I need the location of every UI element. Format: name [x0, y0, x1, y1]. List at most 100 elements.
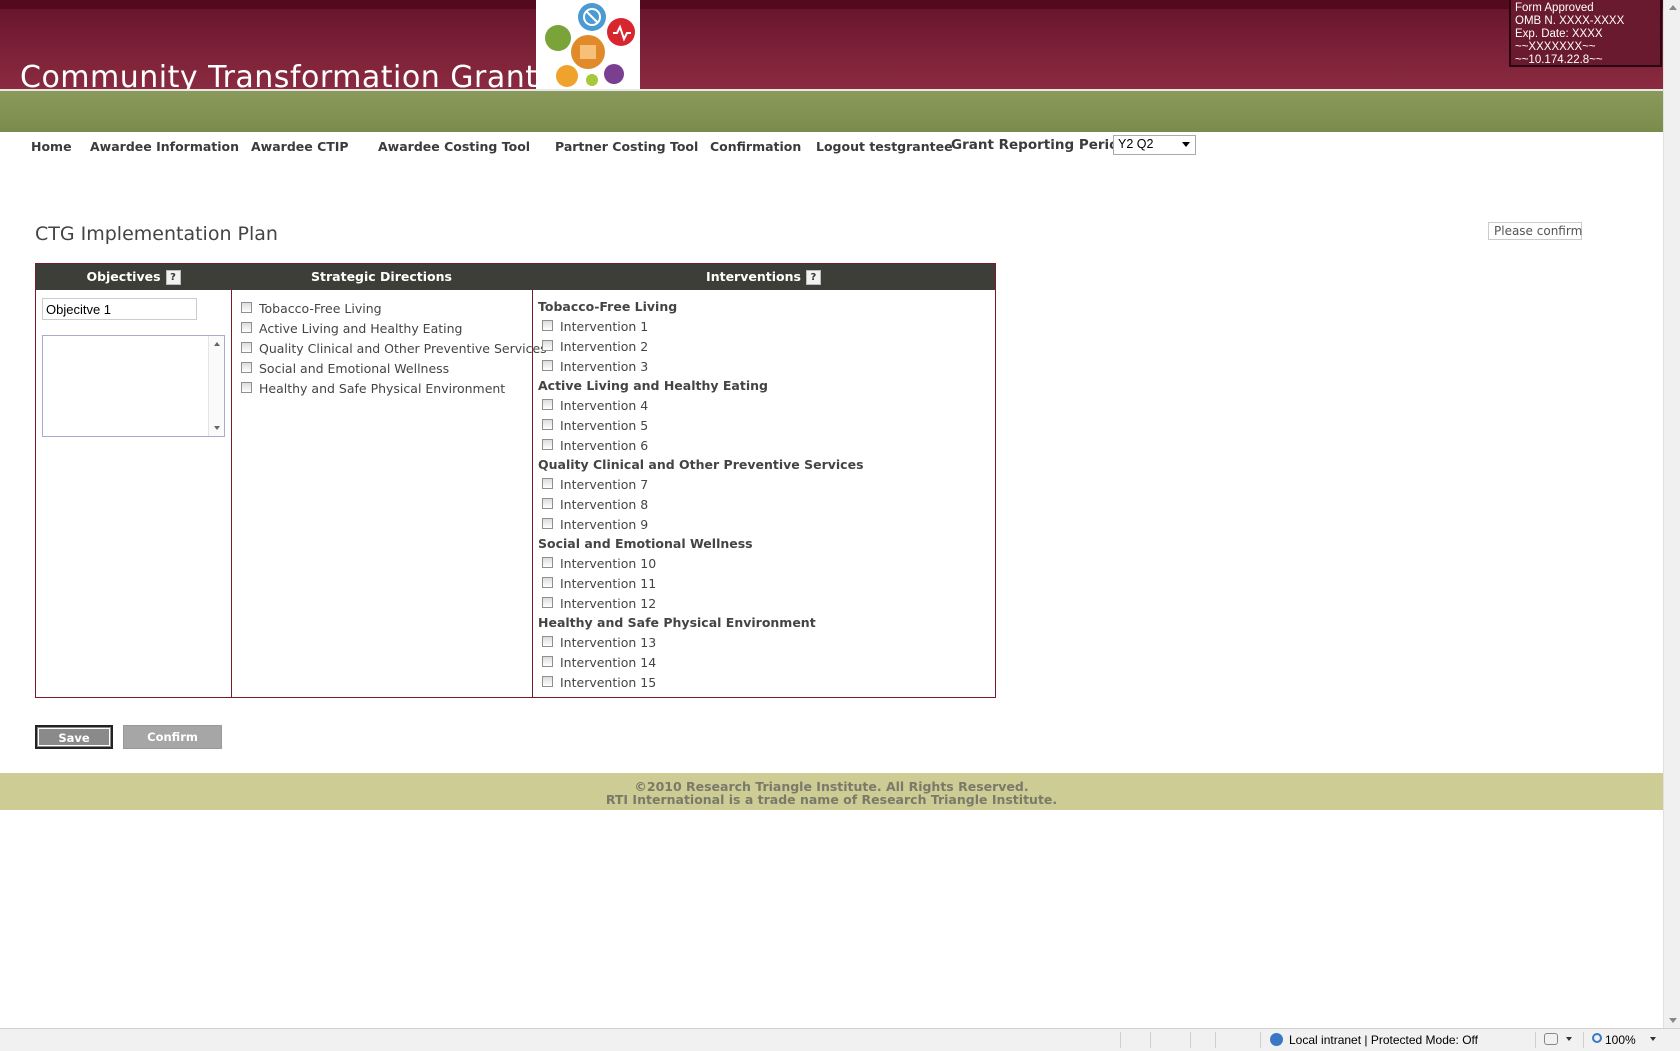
scroll-down-icon[interactable] [1669, 1018, 1677, 1023]
interventions-header-label: Interventions [706, 269, 801, 284]
intervention-label: Intervention 11 [560, 576, 657, 591]
checkbox[interactable] [542, 320, 553, 331]
checkbox[interactable] [542, 557, 553, 568]
checkbox[interactable] [542, 340, 553, 351]
intervention-group-title: Healthy and Safe Physical Environment [538, 615, 816, 630]
scroll-down-icon [214, 426, 220, 430]
page-title: CTG Implementation Plan [35, 223, 278, 245]
intervention-label: Intervention 4 [560, 398, 649, 413]
intervention-label: Intervention 1 [560, 319, 649, 334]
chevron-down-icon[interactable] [1566, 1037, 1572, 1041]
omb-line: Exp. Date: XXXX [1515, 28, 1603, 40]
trade-name-text: RTI International is a trade name of Res… [605, 792, 1058, 807]
intervention-label: Intervention 5 [560, 418, 649, 433]
page-footer: ©2010 Research Triangle Institute. All R… [0, 773, 1663, 810]
objectives-column: Objectives? [36, 264, 232, 697]
strategic-directions-column: Strategic Directions Tobacco-Free Living… [231, 264, 547, 697]
zoom-icon [1592, 1033, 1602, 1043]
nav-home[interactable]: Home [31, 139, 72, 154]
checkbox[interactable] [542, 518, 553, 529]
omb-line: ~~10.174.22.8~~ [1515, 54, 1603, 66]
nav-awardee-ctip[interactable]: Awardee CTIP [251, 139, 349, 154]
intervention-label: Intervention 12 [560, 596, 657, 611]
intervention-label: Intervention 13 [560, 635, 657, 650]
chevron-down-icon [1182, 142, 1190, 147]
checkbox[interactable] [542, 399, 553, 410]
status-divider [1260, 1032, 1261, 1048]
interventions-column: Interventions? Tobacco-Free Living Inter… [532, 264, 995, 697]
confirm-button[interactable]: Confirm [123, 725, 222, 749]
checkbox[interactable] [241, 362, 252, 373]
implementation-plan-table: Objectives? Strategic Directions Tobacco… [35, 263, 996, 698]
checkbox[interactable] [542, 656, 553, 667]
header-banner: Community Transformation Grants Form App… [0, 0, 1663, 95]
checkbox[interactable] [542, 636, 553, 647]
nav-confirmation[interactable]: Confirmation [710, 139, 801, 154]
nav-logout[interactable]: Logout testgrantee [816, 139, 953, 154]
strategic-direction-label: Active Living and Healthy Eating [259, 321, 463, 336]
main-nav: Home Awardee Information Awardee CTIP Aw… [0, 135, 1663, 165]
checkbox[interactable] [241, 382, 252, 393]
browser-status-bar: Local intranet | Protected Mode: Off 100… [0, 1028, 1680, 1051]
intervention-label: Intervention 9 [560, 517, 649, 532]
strategic-direction-label: Quality Clinical and Other Preventive Se… [259, 341, 547, 356]
status-divider [1190, 1032, 1191, 1048]
grant-period-select[interactable]: Y2 Q2 [1113, 135, 1196, 155]
checkbox[interactable] [542, 577, 553, 588]
page-scrollbar[interactable] [1663, 0, 1680, 1028]
intervention-group-title: Tobacco-Free Living [538, 299, 678, 314]
status-divider [1583, 1032, 1584, 1048]
nav-awardee-costing-tool[interactable]: Awardee Costing Tool [378, 139, 530, 154]
strategic-direction-label: Social and Emotional Wellness [259, 361, 450, 376]
checkbox[interactable] [241, 302, 252, 313]
checkbox[interactable] [542, 439, 553, 450]
checkbox[interactable] [542, 419, 553, 430]
checkbox[interactable] [542, 478, 553, 489]
checkbox[interactable] [542, 597, 553, 608]
textarea-scrollbar[interactable] [208, 336, 224, 436]
omb-line: Form Approved [1515, 2, 1594, 14]
popup-blocker-icon[interactable] [1544, 1033, 1558, 1045]
grant-period-label: Grant Reporting Period: [951, 137, 1134, 153]
status-divider [1215, 1032, 1216, 1048]
intervention-label: Intervention 10 [560, 556, 657, 571]
status-divider [1535, 1032, 1536, 1048]
save-button[interactable]: Save [35, 725, 113, 749]
globe-icon [1270, 1033, 1283, 1046]
checkbox[interactable] [542, 676, 553, 687]
strategic-direction-label: Tobacco-Free Living [259, 301, 382, 316]
scroll-up-icon [214, 342, 220, 346]
scroll-up-icon[interactable] [1669, 5, 1677, 10]
checkbox[interactable] [542, 360, 553, 371]
intervention-group-title: Active Living and Healthy Eating [538, 378, 768, 393]
omb-line: ~~XXXXXXX~~ [1515, 41, 1596, 53]
intervention-label: Intervention 7 [560, 477, 649, 492]
help-icon[interactable]: ? [805, 270, 821, 285]
intervention-label: Intervention 15 [560, 675, 657, 690]
intervention-label: Intervention 14 [560, 655, 657, 670]
intervention-label: Intervention 8 [560, 497, 649, 512]
nav-awardee-information[interactable]: Awardee Information [90, 139, 239, 154]
status-divider [1150, 1032, 1151, 1048]
intervention-group-title: Quality Clinical and Other Preventive Se… [538, 457, 864, 472]
checkbox[interactable] [241, 342, 252, 353]
help-icon[interactable]: ? [165, 270, 181, 285]
checkbox[interactable] [241, 322, 252, 333]
omb-line: OMB N. XXXX-XXXX [1515, 15, 1625, 27]
security-zone-text[interactable]: Local intranet | Protected Mode: Off [1289, 1033, 1478, 1047]
please-confirm-notice: Please confirm [1488, 222, 1582, 240]
objectives-header: Objectives? [36, 264, 231, 290]
objectives-header-label: Objectives [86, 269, 161, 284]
intervention-group-title: Social and Emotional Wellness [538, 536, 753, 551]
objective-name-input[interactable] [42, 298, 197, 320]
ctg-logo [536, 0, 640, 89]
grant-period-value: Y2 Q2 [1118, 137, 1154, 151]
header-top-rule [0, 0, 1663, 9]
nav-partner-costing-tool[interactable]: Partner Costing Tool [555, 139, 698, 154]
strategic-directions-header-label: Strategic Directions [311, 269, 452, 284]
zoom-level[interactable]: 100% [1605, 1033, 1636, 1047]
interventions-header: Interventions? [532, 264, 995, 290]
objective-description-textarea[interactable] [42, 335, 225, 437]
chevron-down-icon[interactable] [1650, 1037, 1656, 1041]
checkbox[interactable] [542, 498, 553, 509]
